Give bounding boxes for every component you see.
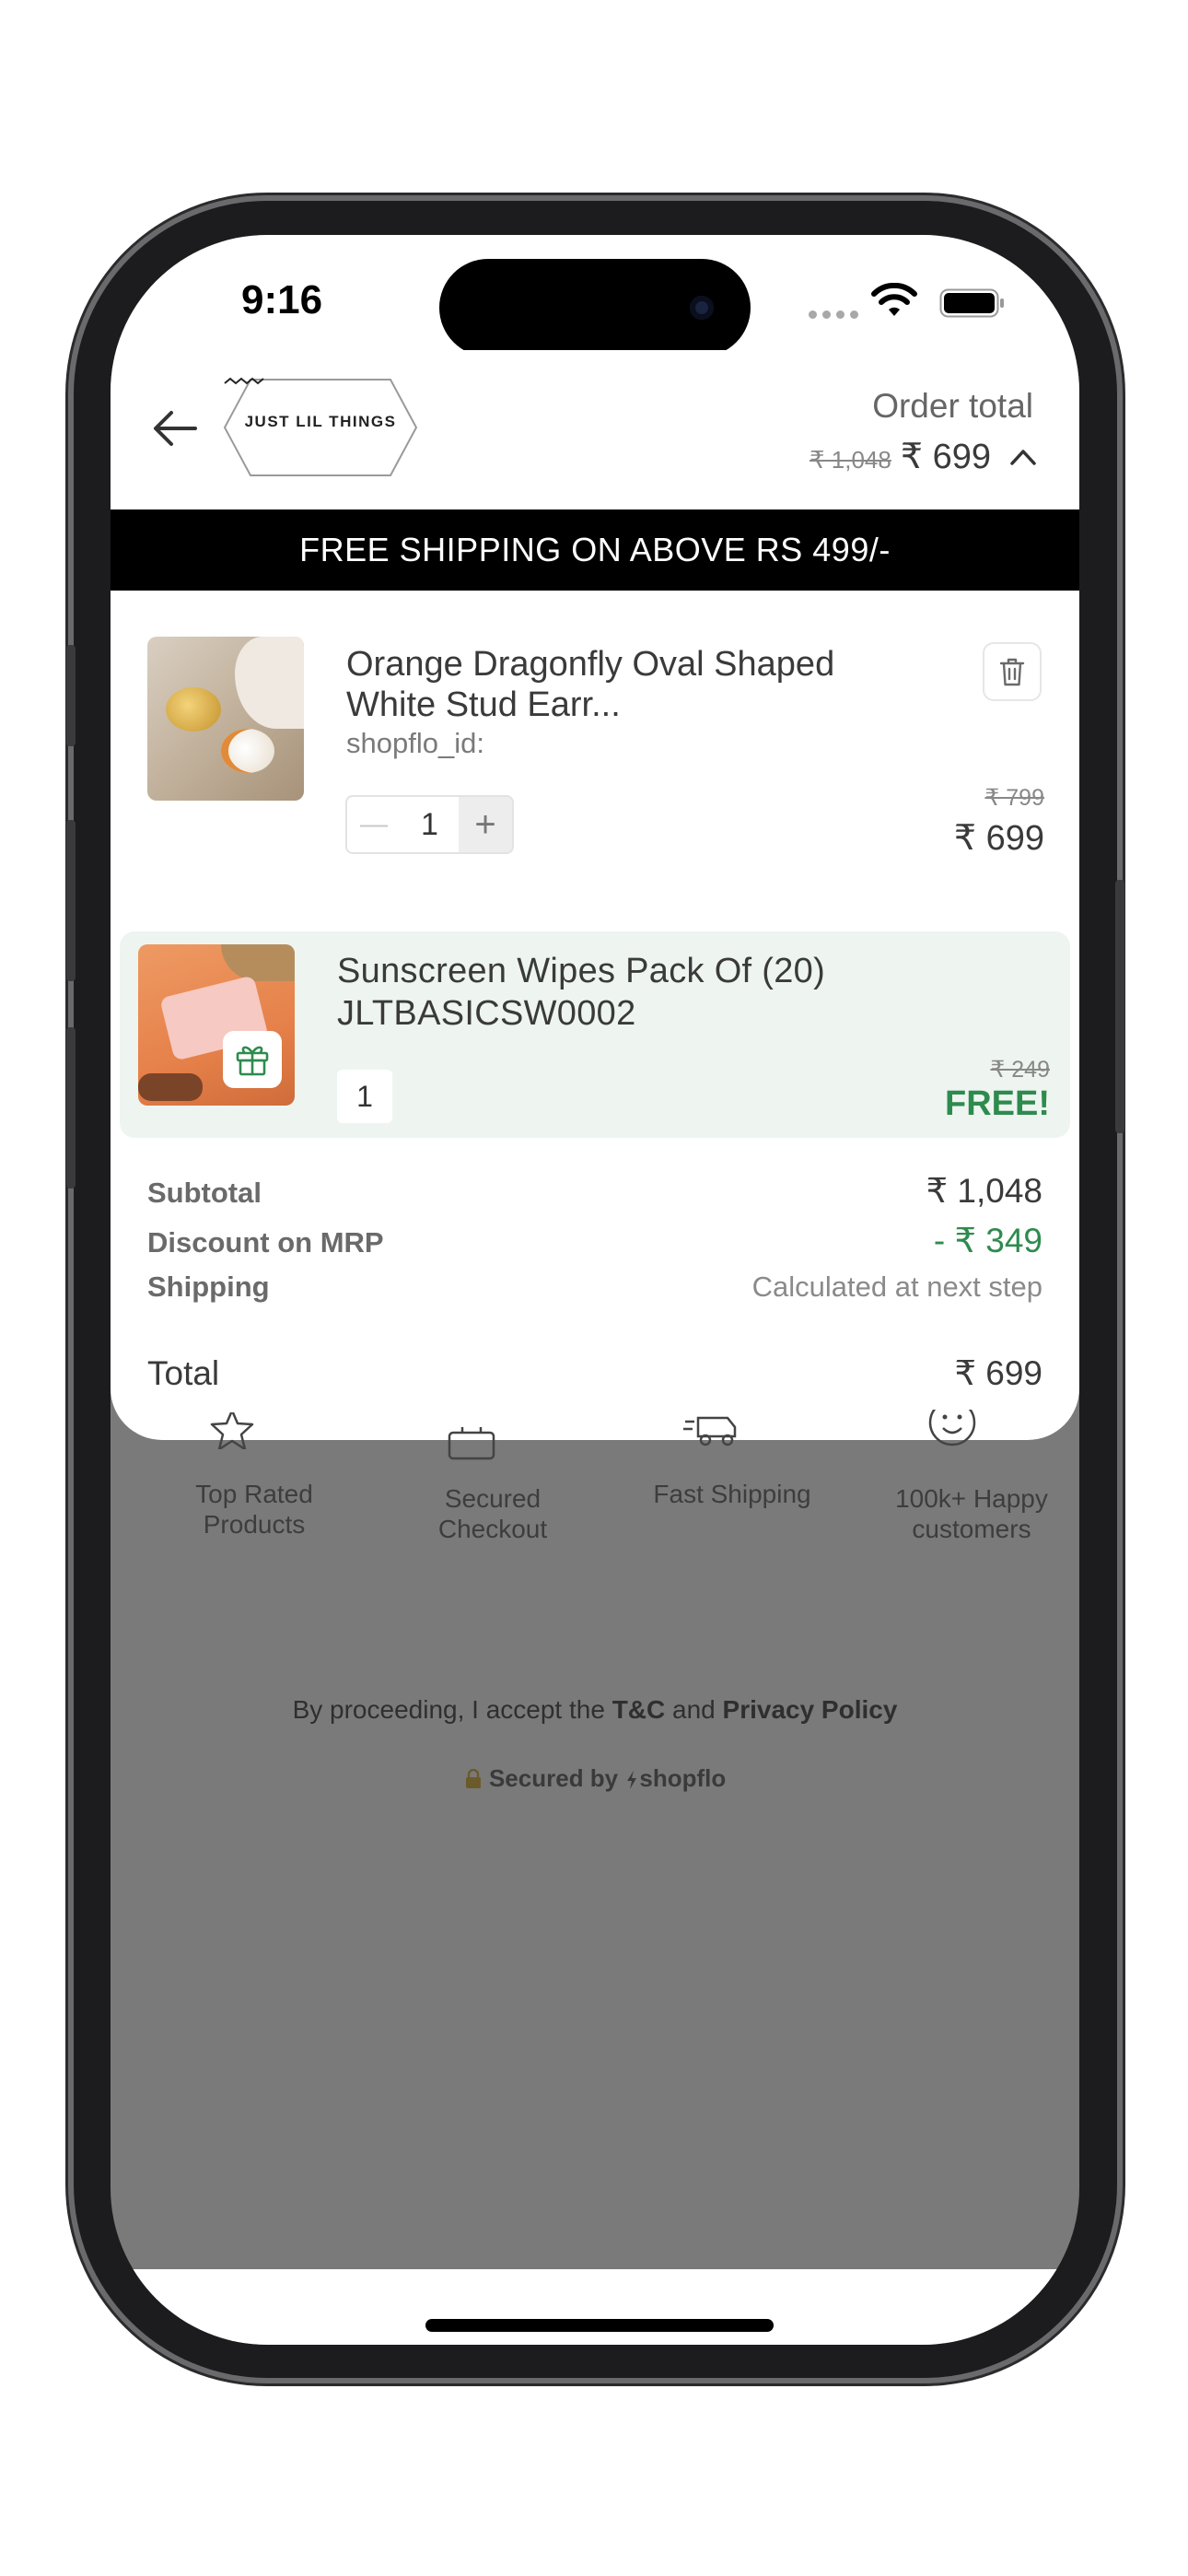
- action-button: [66, 645, 76, 746]
- signal-icon: [809, 310, 858, 319]
- home-indicator[interactable]: [425, 2319, 774, 2332]
- terms-and: and: [665, 1695, 723, 1724]
- privacy-policy-link[interactable]: Privacy Policy: [723, 1695, 898, 1724]
- product-image: [147, 637, 304, 801]
- power-button: [1115, 880, 1124, 1133]
- gift-badge: [223, 1031, 282, 1088]
- gift-original-price: ₹ 249: [990, 1057, 1050, 1083]
- volume-up-button: [66, 820, 76, 981]
- total-label: Total: [147, 1354, 220, 1392]
- lock-icon: [465, 1768, 481, 1788]
- quantity-value: 1: [421, 806, 438, 842]
- brand-name: JUST LIL THINGS: [244, 413, 397, 430]
- bag-icon: [448, 1427, 495, 1460]
- gift-title-line1: Sunscreen Wipes Pack Of (20): [337, 952, 826, 990]
- product-original-price: ₹ 799: [984, 785, 1044, 811]
- product-title: Orange Dragonfly Oval Shaped White Stud …: [346, 645, 835, 724]
- volume-down-button: [66, 1027, 76, 1188]
- wifi-icon: [871, 283, 917, 316]
- wave-icon: [224, 377, 264, 385]
- order-total-toggle[interactable]: ₹ 1,048 ₹ 699: [809, 436, 1037, 477]
- terms-link[interactable]: T&C: [612, 1695, 666, 1724]
- increase-quantity-button[interactable]: +: [459, 797, 512, 852]
- trust-badge-top-rated: Top Rated Products: [195, 1480, 313, 1539]
- gift-title: Sunscreen Wipes Pack Of (20) JLTBASICSW0…: [337, 950, 825, 1035]
- camera-icon: [690, 296, 714, 320]
- product-variant: shopflo_id:: [346, 727, 484, 759]
- order-total-price: ₹ 699: [900, 438, 991, 476]
- subtotal-label: Subtotal: [147, 1177, 262, 1209]
- free-gift-item: Sunscreen Wipes Pack Of (20) JLTBASICSW0…: [120, 931, 1070, 1138]
- shipping-label: Shipping: [147, 1270, 270, 1303]
- star-icon: [210, 1412, 254, 1449]
- chevron-up-icon[interactable]: [1009, 446, 1037, 468]
- gift-title-line2: JLTBASICSW0002: [337, 994, 636, 1033]
- brand-logo[interactable]: JUST LIL THINGS: [223, 376, 418, 479]
- free-shipping-banner: FREE SHIPPING ON ABOVE RS 499/-: [111, 509, 1079, 591]
- total-value: ₹ 699: [954, 1354, 1042, 1392]
- checkout-header: JUST LIL THINGS Order total ₹ 1,048 ₹ 69…: [111, 350, 1079, 509]
- terms-prefix: By proceeding, I accept the: [292, 1695, 612, 1724]
- trust-badge-fast-shipping: Fast Shipping: [653, 1480, 811, 1508]
- status-time: 9:16: [241, 277, 323, 322]
- shipping-value: Calculated at next step: [751, 1270, 1042, 1303]
- cart-panel: Orange Dragonfly Oval Shaped White Stud …: [111, 591, 1079, 1440]
- terms-text: By proceeding, I accept the T&C and Priv…: [111, 1695, 1079, 1725]
- smiley-icon: [928, 1410, 976, 1446]
- gift-free-label: FREE!: [945, 1084, 1050, 1123]
- gift-quantity: 1: [337, 1070, 392, 1123]
- shopflo-logo-icon: [627, 1771, 637, 1789]
- back-arrow-icon[interactable]: [149, 405, 201, 451]
- discount-row: Discount on MRP - ₹ 349: [147, 1221, 1042, 1260]
- subtotal-row: Subtotal ₹ 1,048: [147, 1171, 1042, 1211]
- product-price: ₹ 699: [953, 819, 1044, 858]
- shipping-row: Shipping Calculated at next step: [147, 1270, 1042, 1304]
- discount-value: - ₹ 349: [933, 1222, 1042, 1259]
- discount-label: Discount on MRP: [147, 1226, 384, 1259]
- order-total-original: ₹ 1,048: [809, 446, 891, 474]
- gift-icon: [236, 1046, 269, 1076]
- total-row: Total ₹ 699: [147, 1353, 1042, 1393]
- trust-badge-happy-customers: 100k+ Happy customers: [895, 1484, 1048, 1543]
- secured-by-text: Secured by: [488, 1764, 619, 1792]
- status-bar: 9:16: [111, 235, 1079, 357]
- quantity-stepper: — 1 +: [345, 795, 514, 854]
- subtotal-value: ₹ 1,048: [926, 1172, 1042, 1210]
- shopflo-brand: shopflo: [639, 1764, 727, 1792]
- delete-item-button[interactable]: [983, 642, 1042, 701]
- truck-icon: [683, 1416, 737, 1446]
- decrease-quantity-button[interactable]: —: [347, 797, 401, 852]
- screen: 9:16 JUST LIL THINGS Order total ₹ 1,048…: [111, 235, 1079, 2345]
- dynamic-island: [439, 259, 751, 357]
- battery-icon: [939, 288, 1004, 318]
- trash-icon: [999, 658, 1025, 686]
- secured-by-footer: Secured by shopflo: [111, 1764, 1079, 1793]
- bottom-bar: [111, 2269, 1079, 2345]
- trust-badge-secured-checkout: Secured Checkout: [437, 1484, 548, 1543]
- order-total-label: Order total: [872, 387, 1033, 425]
